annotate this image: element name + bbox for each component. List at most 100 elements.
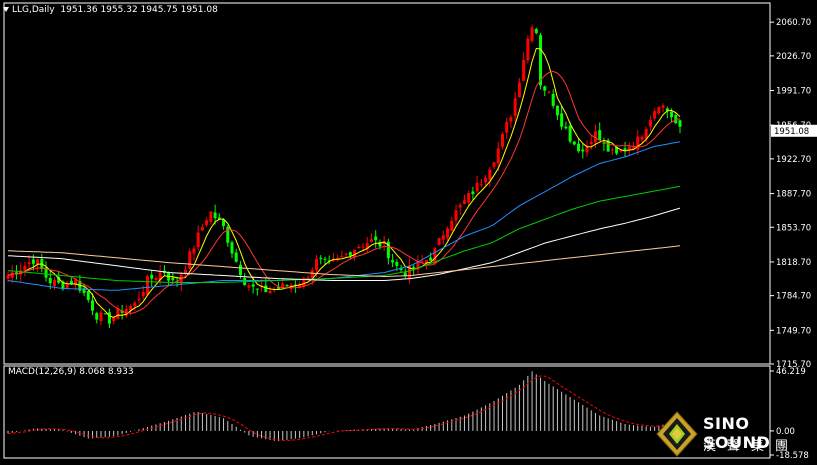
candle-body: [619, 150, 623, 152]
macd-tick-label: 46.219: [776, 367, 806, 377]
candle-body: [526, 38, 530, 61]
candle-body: [509, 117, 513, 122]
ohlc-values: 1951.36 1955.32 1945.75 1951.08: [60, 5, 218, 15]
candle-body: [196, 232, 200, 247]
symbol-label: LLG,Daily: [12, 5, 55, 15]
candle-body: [103, 313, 107, 315]
candle-body: [670, 111, 674, 118]
candle-body: [268, 290, 272, 294]
candle-body: [255, 288, 259, 290]
candle-body: [560, 113, 564, 127]
y-tick-label: 1887.70: [776, 190, 811, 200]
candle-body: [99, 312, 103, 322]
main-header: LLG,Daily 1951.36 1955.32 1945.75 1951.0…: [12, 5, 218, 15]
candle-body: [48, 277, 52, 284]
candle-body: [234, 252, 238, 262]
candle-body: [6, 275, 10, 279]
candle-body: [678, 120, 682, 127]
y-tick-label: 2026.70: [776, 52, 811, 62]
candle-body: [522, 60, 526, 81]
candle-body: [95, 313, 99, 320]
candle-body: [319, 257, 323, 259]
candle-body: [200, 227, 204, 231]
candle-body: [568, 125, 572, 142]
diamond-logo-icon: [656, 411, 698, 457]
ma120-line: [7, 245, 681, 278]
candle-body: [348, 252, 352, 256]
candle-body: [192, 248, 196, 254]
candle-body: [251, 284, 255, 287]
candle-body: [657, 107, 661, 114]
candle-body: [446, 228, 450, 238]
candle-body: [323, 258, 327, 260]
candle-body: [116, 308, 120, 320]
candle-body: [543, 86, 547, 91]
candle-body: [213, 212, 217, 219]
candle-body: [458, 205, 462, 208]
y-tick-label: 1853.70: [776, 223, 811, 233]
candle-body: [589, 141, 593, 145]
price-chart[interactable]: 2060.702026.701991.701956.701922.701887.…: [0, 0, 817, 461]
logo-chinese: 漢聲集團: [703, 439, 800, 454]
candle-body: [623, 148, 627, 151]
candle-body: [517, 82, 521, 98]
candle-body: [429, 257, 433, 261]
candle-body: [374, 236, 378, 241]
candle-body: [86, 290, 90, 300]
candle-body: [441, 235, 445, 240]
candle-body: [353, 249, 357, 258]
collapse-triangle-icon[interactable]: [3, 7, 9, 12]
macd-signal-line: [7, 375, 681, 441]
candle-body: [171, 277, 175, 281]
candle-body: [534, 29, 538, 34]
candle-body: [513, 98, 517, 116]
candle-body: [462, 200, 466, 205]
y-tick-label: 2060.70: [776, 18, 811, 28]
candle-body: [500, 133, 504, 147]
candle-body: [610, 149, 614, 151]
candle-body: [129, 306, 133, 310]
candle-body: [340, 255, 344, 257]
candle-body: [107, 312, 111, 324]
candle-body: [437, 238, 441, 246]
candle-body: [361, 246, 365, 248]
candle-body: [315, 258, 319, 271]
candle-body: [572, 141, 576, 145]
candle-body: [577, 143, 581, 152]
candle-body: [636, 136, 640, 150]
candle-body: [479, 184, 483, 186]
candle-body: [209, 211, 213, 222]
candle-body: [555, 105, 559, 116]
candle-body: [395, 261, 399, 266]
sino-sound-logo: SINO SOUND 漢聲集團: [655, 410, 815, 460]
candle-body: [145, 276, 149, 295]
ma20-line: [7, 141, 681, 291]
candle-body: [661, 105, 665, 108]
candle-body: [581, 149, 585, 152]
candle-body: [505, 122, 509, 133]
candle-body: [454, 210, 458, 221]
candle-body: [471, 191, 475, 195]
candle-body: [141, 292, 145, 297]
candle-body: [188, 251, 192, 269]
candle-body: [10, 272, 14, 278]
candle-body: [357, 246, 361, 249]
candle-body: [230, 242, 234, 254]
candle-body: [205, 220, 209, 225]
y-tick-label: 1991.70: [776, 87, 811, 97]
candle-body: [391, 260, 395, 263]
candle-body: [598, 130, 602, 141]
candle-body: [653, 111, 657, 119]
candle-body: [496, 148, 500, 164]
candle-body: [52, 279, 56, 286]
candle-body: [488, 169, 492, 180]
candle-body: [564, 126, 568, 129]
candle-body: [36, 259, 40, 265]
candle-body: [369, 239, 373, 243]
candle-body: [530, 27, 534, 41]
macd-header: MACD(12,26,9) 8.068 8.933: [8, 367, 134, 377]
candle-body: [640, 136, 644, 140]
candle-body: [133, 302, 137, 307]
candle-body: [450, 220, 454, 231]
y-tick-label: 1749.70: [776, 326, 811, 336]
